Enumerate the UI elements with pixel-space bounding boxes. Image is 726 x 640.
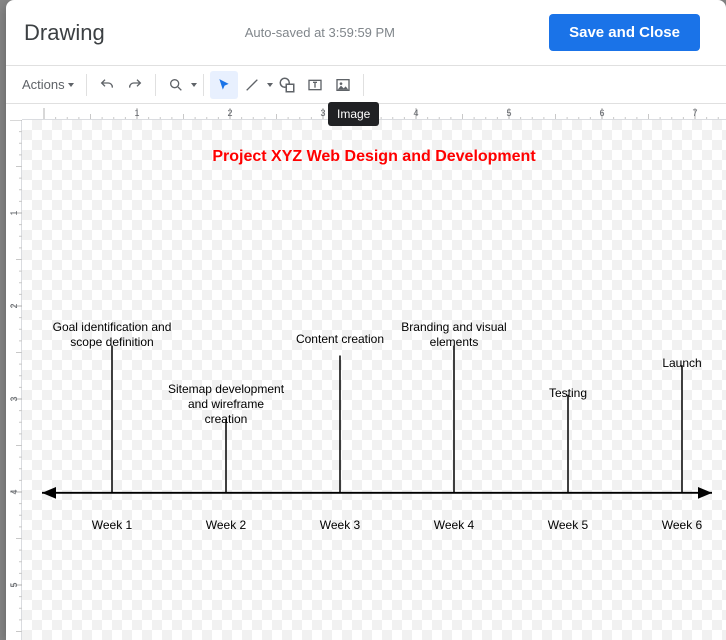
ruler-h-number: 2: [227, 108, 232, 118]
toolbar-separator: [86, 74, 87, 96]
zoom-icon-wrap: [162, 71, 190, 99]
editor-body: 1 2 3 4 5 Project XYZ Web Design and Develop…: [6, 120, 726, 640]
timeline-week-label: Week 4: [434, 518, 474, 532]
shape-tool-button[interactable]: [273, 71, 301, 99]
actions-label: Actions: [22, 77, 65, 92]
redo-icon: [127, 77, 143, 93]
save-and-close-button[interactable]: Save and Close: [549, 14, 700, 51]
dialog-title: Drawing: [24, 20, 105, 46]
drawing-dialog: Drawing Auto-saved at 3:59:59 PM Save an…: [6, 0, 726, 640]
ruler-vertical: 1 2 3 4 5: [6, 120, 22, 640]
timeline-milestone-label: Content creation: [280, 332, 400, 347]
line-tool-dropdown[interactable]: [238, 71, 273, 99]
undo-button[interactable]: [93, 71, 121, 99]
line-icon: [244, 77, 260, 93]
toolbar-separator: [363, 74, 364, 96]
dialog-header: Drawing Auto-saved at 3:59:59 PM Save an…: [6, 0, 726, 66]
ruler-h-number: 1: [134, 108, 139, 118]
cursor-icon: [217, 78, 231, 92]
line-tool-button: [238, 71, 266, 99]
ruler-h-number: 7: [692, 108, 697, 118]
caret-down-icon: [267, 83, 273, 87]
select-tool-button[interactable]: [210, 71, 238, 99]
toolbar-separator: [203, 74, 204, 96]
textbox-icon: [307, 77, 323, 93]
autosave-status: Auto-saved at 3:59:59 PM: [245, 25, 549, 40]
shape-icon: [278, 76, 296, 94]
timeline-milestone-label: Testing: [508, 386, 628, 401]
timeline-week-label: Week 2: [206, 518, 246, 532]
ruler-v-number: 2: [9, 300, 19, 312]
ruler-h-number: 4: [413, 108, 418, 118]
timeline-week-label: Week 1: [92, 518, 132, 532]
drawing-canvas[interactable]: Project XYZ Web Design and Development G…: [22, 120, 726, 640]
timeline-week-label: Week 6: [662, 518, 702, 532]
toolbar: Actions: [6, 66, 726, 104]
toolbar-separator: [155, 74, 156, 96]
image-icon: [335, 77, 351, 93]
timeline-milestone-label: Sitemap development and wireframe creati…: [166, 382, 286, 427]
image-tool-button[interactable]: [329, 71, 357, 99]
caret-down-icon: [191, 83, 197, 87]
timeline-milestone-label: Launch: [622, 356, 726, 371]
ruler-v-number: 1: [9, 207, 19, 219]
image-tooltip: Image: [328, 102, 379, 126]
zoom-icon: [168, 77, 184, 93]
redo-button[interactable]: [121, 71, 149, 99]
timeline-milestone-label: Goal identification and scope definition: [52, 320, 172, 350]
zoom-dropdown[interactable]: [162, 71, 197, 99]
ruler-v-number: 5: [9, 579, 19, 591]
timeline-milestone-label: Branding and visual elements: [394, 320, 514, 350]
textbox-tool-button[interactable]: [301, 71, 329, 99]
ruler-h-number: 6: [599, 108, 604, 118]
caret-down-icon: [68, 83, 74, 87]
actions-menu-button[interactable]: Actions: [16, 73, 80, 96]
timeline-week-label: Week 5: [548, 518, 588, 532]
ruler-h-number: 3: [320, 108, 325, 118]
undo-icon: [99, 77, 115, 93]
ruler-h-number: 5: [506, 108, 511, 118]
ruler-v-number: 4: [9, 486, 19, 498]
timeline-graphic: [22, 120, 726, 640]
ruler-v-number: 3: [9, 393, 19, 405]
timeline-week-label: Week 3: [320, 518, 360, 532]
